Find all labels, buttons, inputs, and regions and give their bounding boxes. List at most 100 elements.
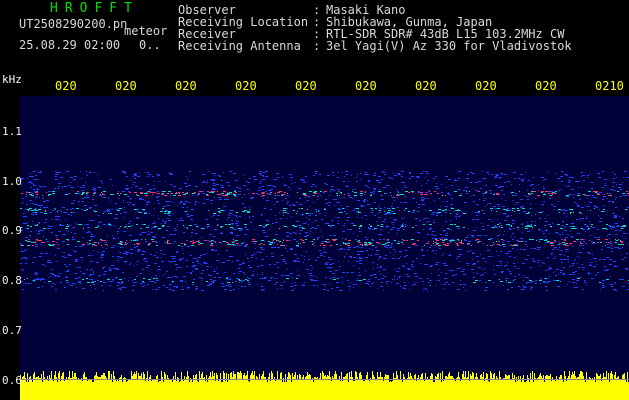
histogram-bar — [439, 380, 440, 400]
histogram-bar — [370, 378, 371, 400]
signal-pixel — [581, 172, 583, 173]
signal-pixel — [145, 200, 146, 201]
signal-pixel — [597, 272, 599, 273]
signal-pixel — [421, 197, 424, 198]
signal-pixel — [397, 230, 399, 231]
signal-pixel — [499, 279, 500, 280]
signal-pixel — [115, 277, 118, 278]
signal-pixel — [388, 245, 389, 246]
signal-pixel — [380, 256, 381, 257]
signal-pixel — [183, 232, 185, 233]
signal-pixel — [97, 246, 98, 247]
signal-pixel — [262, 274, 263, 275]
signal-pixel — [568, 182, 570, 183]
signal-pixel — [287, 269, 288, 270]
signal-pixel — [302, 228, 305, 229]
signal-pixel — [428, 221, 430, 222]
histogram-bar — [472, 372, 473, 400]
histogram-bar — [313, 382, 314, 400]
signal-pixel — [394, 200, 395, 201]
histogram-bar — [196, 374, 197, 400]
signal-pixel — [60, 224, 61, 225]
signal-pixel — [423, 229, 424, 230]
signal-pixel — [428, 282, 430, 283]
signal-pixel — [577, 256, 578, 257]
signal-pixel — [416, 258, 418, 259]
signal-pixel — [434, 245, 436, 246]
signal-pixel — [432, 231, 435, 232]
histogram-bar — [517, 381, 518, 400]
signal-pixel — [100, 281, 102, 282]
histogram-bar — [574, 371, 575, 400]
signal-pixel — [366, 239, 368, 240]
histogram-bar — [352, 377, 353, 400]
signal-pixel — [579, 213, 580, 214]
signal-pixel — [165, 273, 166, 274]
signal-pixel — [429, 229, 431, 230]
signal-pixel — [297, 270, 298, 271]
signal-pixel — [489, 203, 492, 204]
signal-pixel — [66, 276, 67, 277]
histogram-bar — [533, 382, 534, 400]
histogram-bar — [22, 377, 23, 400]
signal-pixel — [339, 195, 340, 196]
signal-pixel — [513, 263, 515, 264]
signal-pixel — [608, 242, 609, 243]
signal-pixel — [459, 284, 462, 285]
signal-pixel — [431, 273, 432, 274]
signal-pixel — [168, 193, 169, 194]
signal-pixel — [579, 257, 580, 258]
signal-pixel — [589, 202, 592, 203]
signal-pixel — [143, 278, 145, 279]
histogram-bar — [503, 378, 504, 400]
signal-pixel — [379, 210, 381, 211]
signal-pixel — [110, 194, 113, 195]
signal-pixel — [566, 175, 568, 176]
signal-pixel — [302, 284, 303, 285]
signal-pixel — [515, 237, 516, 238]
signal-pixel — [548, 278, 549, 279]
signal-pixel — [376, 180, 379, 181]
signal-pixel — [120, 244, 123, 245]
signal-pixel — [166, 287, 168, 288]
signal-pixel — [133, 265, 134, 266]
signal-pixel — [503, 234, 504, 235]
signal-pixel — [161, 194, 163, 195]
signal-pixel — [557, 244, 560, 245]
histogram-bar — [593, 380, 594, 400]
signal-pixel — [593, 243, 595, 244]
signal-pixel — [535, 283, 537, 284]
signal-pixel — [602, 199, 604, 200]
signal-pixel — [385, 245, 388, 246]
signal-pixel — [129, 221, 131, 222]
signal-pixel — [280, 285, 283, 286]
signal-pixel — [456, 218, 457, 219]
signal-pixel — [158, 175, 160, 176]
signal-pixel — [580, 243, 583, 244]
signal-pixel — [507, 241, 510, 242]
signal-pixel — [383, 187, 386, 188]
signal-pixel — [268, 280, 269, 281]
histogram-bar — [367, 372, 368, 400]
signal-pixel — [228, 279, 231, 280]
signal-pixel — [360, 193, 363, 194]
signal-pixel — [150, 281, 153, 282]
signal-pixel — [458, 228, 460, 229]
signal-pixel — [127, 202, 128, 203]
signal-pixel — [568, 180, 570, 181]
signal-pixel — [38, 231, 40, 232]
signal-pixel — [386, 281, 389, 282]
signal-pixel — [95, 193, 96, 194]
signal-pixel — [143, 282, 145, 283]
signal-pixel — [89, 279, 92, 280]
signal-pixel — [196, 286, 198, 287]
histogram-bar — [566, 381, 567, 400]
signal-pixel — [177, 277, 178, 278]
histogram-bar — [425, 373, 426, 400]
signal-pixel — [569, 209, 571, 210]
signal-pixel — [589, 221, 590, 222]
signal-pixel — [347, 245, 350, 246]
signal-pixel — [235, 245, 238, 246]
signal-pixel — [271, 256, 274, 257]
signal-pixel — [624, 171, 627, 172]
